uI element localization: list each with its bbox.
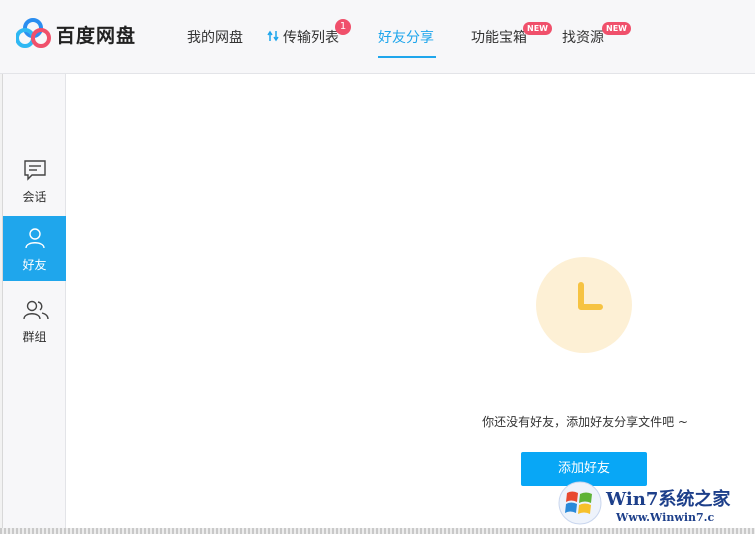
sidebar-item-friends[interactable]: 好友 <box>3 216 66 281</box>
chat-icon <box>24 160 46 181</box>
nav-my-netdisk[interactable]: 我的网盘 <box>187 27 243 47</box>
transfer-arrows-icon <box>267 30 279 42</box>
sidebar-item-label: 会话 <box>22 190 47 204</box>
clock-icon <box>578 282 603 310</box>
empty-state-message: 你还没有好友，添加好友分享文件吧 ~ <box>482 415 688 429</box>
sidebar-item-label: 群组 <box>22 330 47 344</box>
nav-toolbox[interactable]: 功能宝箱 <box>471 27 527 47</box>
nav-find-resources[interactable]: 找资源 <box>562 27 604 47</box>
active-tab-underline <box>378 56 436 58</box>
empty-state-illustration <box>536 257 632 353</box>
baidu-cloud-logo-icon <box>16 18 51 48</box>
sidebar-item-groups[interactable]: 群组 <box>3 288 66 353</box>
app-title: 百度网盘 <box>56 25 137 47</box>
watermark-title: Win7系统之家 <box>606 489 731 510</box>
resources-new-badge: NEW <box>602 22 631 35</box>
person-icon <box>25 228 45 249</box>
sidebar-item-chat[interactable]: 会话 <box>3 148 66 213</box>
windows-logo-icon <box>558 481 602 525</box>
transfer-count-badge: 1 <box>335 19 351 35</box>
top-navigation-bar: 百度网盘 我的网盘 传输列表 1 好友分享 功能宝箱 NEW 找资源 NEW <box>0 0 755 74</box>
nav-friend-share[interactable]: 好友分享 <box>378 27 434 47</box>
sidebar: 会话 好友 群组 <box>3 74 66 534</box>
app-logo[interactable]: 百度网盘 <box>16 18 156 50</box>
sidebar-item-label: 好友 <box>22 258 47 272</box>
window-bottom-edge <box>0 528 755 534</box>
toolbox-new-badge: NEW <box>523 22 552 35</box>
nav-transfer-list[interactable]: 传输列表 <box>283 27 339 47</box>
site-watermark: Win7系统之家 Www.Winwin7.c <box>556 480 755 530</box>
watermark-url: Www.Winwin7.c <box>616 511 715 524</box>
group-icon <box>23 300 49 320</box>
